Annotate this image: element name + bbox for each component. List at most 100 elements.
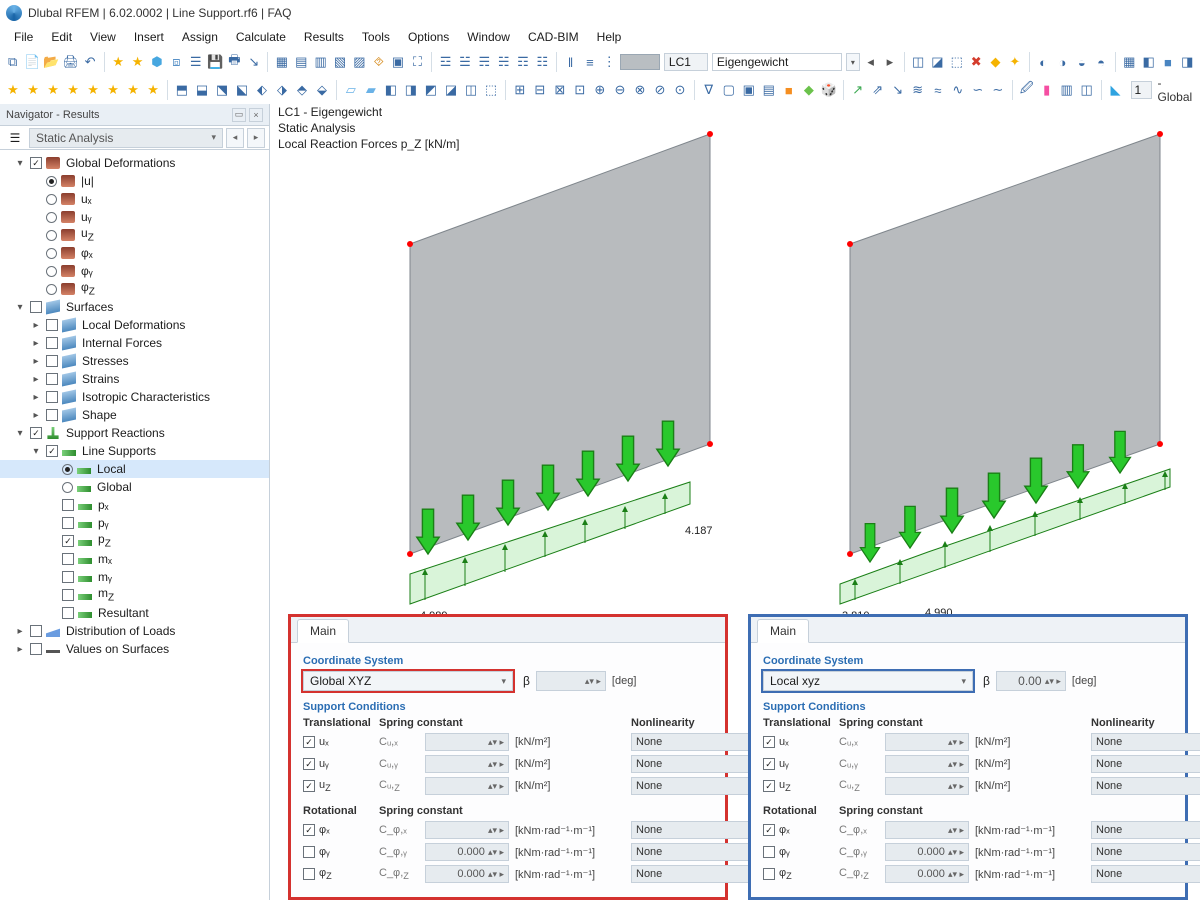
nonlin-φ_z[interactable]: None▾ [631, 865, 761, 883]
s5-icon[interactable]: ★ [84, 79, 102, 101]
menu-window[interactable]: Window [459, 28, 518, 46]
tree-node-values-on-surfaces[interactable]: ▸Values on Surfaces [0, 640, 269, 658]
vy-icon[interactable]: ◑ [1054, 51, 1071, 73]
fav2-icon[interactable]: ★ [129, 51, 146, 73]
check-uₓ[interactable] [303, 736, 315, 748]
expand-icon[interactable]: ▸ [14, 626, 26, 637]
t2-icon[interactable]: ▤ [293, 51, 310, 73]
dock-icon[interactable]: ▭ [232, 108, 246, 122]
tree-node-m-z[interactable]: mZ [0, 586, 269, 604]
tree-node-global[interactable]: Global [0, 478, 269, 496]
open-icon[interactable]: 📂 [43, 51, 60, 73]
nonlin-uₓ[interactable]: None▾ [631, 733, 761, 751]
f3-icon[interactable]: ▣ [740, 79, 758, 101]
a6-icon[interactable]: ∿ [949, 79, 967, 101]
vu-icon[interactable]: ◧ [1140, 51, 1157, 73]
tree-node-line-supports[interactable]: ▾Line Supports [0, 442, 269, 460]
s3-icon[interactable]: ★ [44, 79, 62, 101]
nonlin-φ_z[interactable]: None▾ [1091, 865, 1200, 883]
viewport-3d[interactable]: LC1 - Eigengewicht Static Analysis Local… [270, 104, 1200, 900]
check-φₓ[interactable] [763, 824, 775, 836]
tree-node--[interactable]: φᵧ [0, 262, 269, 280]
menu-options[interactable]: Options [400, 28, 457, 46]
vt-icon[interactable]: ▦ [1121, 51, 1138, 73]
checkbox[interactable] [62, 553, 74, 565]
fav1-icon[interactable]: ★ [110, 51, 127, 73]
tree-node-m-[interactable]: mᵧ [0, 568, 269, 586]
radio[interactable] [46, 176, 57, 187]
undo-icon[interactable]: ↶ [81, 51, 98, 73]
spring-φᵧ[interactable]: 0.000 ▴▾ ▸ [885, 843, 969, 861]
nonlin-uᵧ[interactable]: None▾ [631, 755, 761, 773]
checkbox[interactable] [46, 373, 58, 385]
t4-icon[interactable]: ▧ [331, 51, 348, 73]
vw-icon[interactable]: ◓ [1092, 51, 1109, 73]
vc-icon[interactable]: ⬚ [948, 51, 965, 73]
radio[interactable] [46, 230, 57, 241]
r1-icon[interactable]: ☲ [437, 51, 454, 73]
checkbox[interactable] [46, 445, 58, 457]
vq-icon[interactable]: ◨ [1179, 51, 1196, 73]
r6-icon[interactable]: ☷ [534, 51, 551, 73]
expand-icon[interactable]: ▸ [14, 644, 26, 655]
list-icon[interactable]: ☰ [187, 51, 204, 73]
expand-icon[interactable]: ▸ [30, 374, 42, 385]
menu-assign[interactable]: Assign [174, 28, 226, 46]
radio[interactable] [46, 284, 57, 295]
check-φ_z[interactable] [303, 868, 315, 880]
spring-φ_z[interactable]: 0.000 ▴▾ ▸ [885, 865, 969, 883]
del-icon[interactable]: ✖ [967, 51, 984, 73]
vv-icon[interactable]: ■ [1159, 51, 1176, 73]
lc-chevron-down-icon[interactable]: ▾ [846, 53, 860, 71]
coord-system-dropdown[interactable]: Local xyz▾ [763, 671, 973, 691]
tree-node-u-[interactable]: uᵧ [0, 208, 269, 226]
t3-icon[interactable]: ▥ [312, 51, 329, 73]
check-uᵧ[interactable] [763, 758, 775, 770]
tree-node-global-deformations[interactable]: ▾Global Deformations [0, 154, 269, 172]
coord-system-dropdown[interactable]: Global XYZ▾ [303, 671, 513, 691]
radio[interactable] [46, 266, 57, 277]
nonlin-uₓ[interactable]: None▾ [1091, 733, 1200, 751]
tri-icon[interactable]: ◣ [1107, 79, 1125, 101]
nonlin-uᵧ[interactable]: None▾ [1091, 755, 1200, 773]
g7-icon[interactable]: ⊗ [631, 79, 649, 101]
expand-icon[interactable]: ▾ [14, 302, 26, 313]
menu-file[interactable]: File [6, 28, 41, 46]
checkbox[interactable] [62, 589, 74, 601]
nonlin-φᵧ[interactable]: None▾ [1091, 843, 1200, 861]
tree-node-local-deformations[interactable]: ▸Local Deformations [0, 316, 269, 334]
m7-icon[interactable]: ⬘ [293, 79, 311, 101]
a8-icon[interactable]: ∼ [989, 79, 1007, 101]
p7-icon[interactable]: ◫ [462, 79, 480, 101]
checkbox[interactable] [30, 625, 42, 637]
tree-node-u-z[interactable]: uZ [0, 226, 269, 244]
tree-node-internal-forces[interactable]: ▸Internal Forces [0, 334, 269, 352]
p1-icon[interactable]: ▱ [342, 79, 360, 101]
dice-icon[interactable]: 🎲 [820, 79, 838, 101]
nonlin-u_z[interactable]: None▾ [631, 777, 761, 795]
radio[interactable] [62, 464, 73, 475]
expand-icon[interactable]: ▸ [30, 338, 42, 349]
menu-results[interactable]: Results [296, 28, 352, 46]
print2-icon[interactable]: 🖶 [226, 51, 243, 73]
close-icon[interactable]: × [249, 108, 263, 122]
spring-u_z[interactable]: ▴▾ ▸ [425, 777, 509, 795]
p6-icon[interactable]: ◪ [442, 79, 460, 101]
new-project-icon[interactable]: ⧉ [4, 51, 21, 73]
tree-node-p-[interactable]: pₓ [0, 496, 269, 514]
radio[interactable] [62, 482, 73, 493]
menu-tools[interactable]: Tools [354, 28, 398, 46]
r3-icon[interactable]: ☴ [476, 51, 493, 73]
export-icon[interactable]: ↘ [245, 51, 262, 73]
check-uₓ[interactable] [763, 736, 775, 748]
checkbox[interactable] [62, 499, 74, 511]
m6-icon[interactable]: ⬗ [273, 79, 291, 101]
vx-icon[interactable]: ◐ [1034, 51, 1051, 73]
expand-icon[interactable]: ▾ [14, 428, 26, 439]
full-icon[interactable]: ⛶ [409, 51, 426, 73]
checkbox[interactable] [30, 427, 42, 439]
a1-icon[interactable]: ↗ [849, 79, 867, 101]
s7-icon[interactable]: ★ [124, 79, 142, 101]
tree-node-support-reactions[interactable]: ▾Support Reactions [0, 424, 269, 442]
sel-icon[interactable]: ▥ [1058, 79, 1076, 101]
